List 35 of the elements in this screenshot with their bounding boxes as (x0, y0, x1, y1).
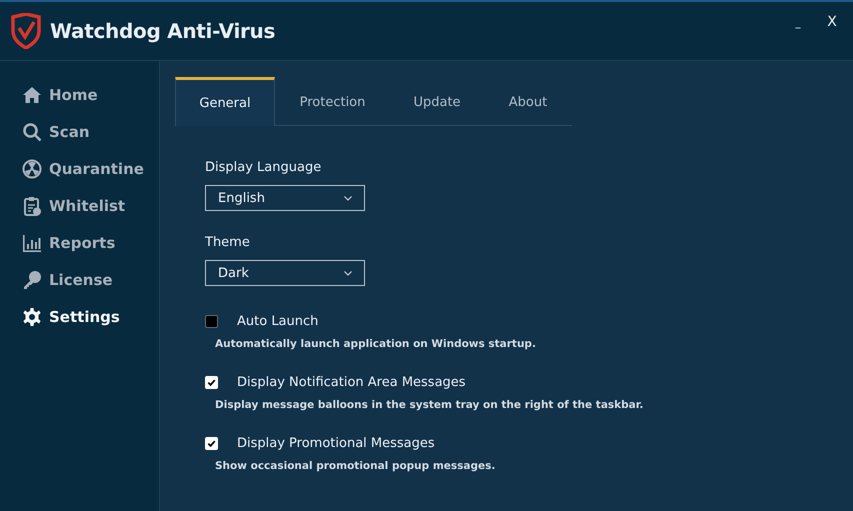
dropdown[interactable]: English (205, 185, 365, 211)
option-label: Display Notification Area Messages (237, 375, 466, 390)
key-icon (22, 270, 42, 290)
sidebar-item[interactable]: Settings (0, 305, 159, 329)
caret-icon (344, 196, 352, 200)
minimize-button[interactable]: _ (789, 18, 807, 29)
search-icon (22, 122, 42, 142)
caret-icon (344, 270, 352, 276)
sidebar-item[interactable]: Reports (0, 231, 159, 255)
tab[interactable]: Protection (275, 77, 390, 125)
checkbox[interactable] (205, 315, 218, 328)
tab[interactable]: Update (390, 77, 484, 125)
tab[interactable]: About (484, 77, 572, 125)
tab[interactable]: General (175, 77, 275, 126)
dropdown[interactable]: Dark (205, 260, 365, 286)
option-label: Display Promotional Messages (237, 436, 435, 451)
window-title: Watchdog Anti-Virus (50, 19, 276, 43)
option-description: Automatically launch application on Windows startup. (214, 338, 537, 350)
field-label: Theme (205, 235, 251, 250)
sidebar-item[interactable]: Scan (0, 120, 159, 144)
shield-logo-icon (10, 13, 42, 49)
sidebar-item[interactable]: Whitelist (0, 194, 159, 218)
option-description: Show occasional promotional popup messages. (214, 460, 496, 472)
radiation-icon (22, 159, 42, 179)
house-icon (22, 85, 42, 105)
option-description: Display message balloons in the system tray on the right of the taskbar. (214, 399, 644, 411)
sidebar-item[interactable]: Quarantine (0, 157, 159, 181)
sidebar-item[interactable]: Home (0, 83, 159, 107)
clipboard-icon (22, 196, 42, 216)
close-button[interactable]: X (823, 14, 841, 30)
sidebar-item[interactable]: License (0, 268, 159, 292)
settings-icon (22, 307, 42, 327)
bar-chart-icon (22, 233, 42, 253)
option-label: Auto Launch (237, 314, 318, 329)
field-label: Display Language (205, 160, 322, 175)
